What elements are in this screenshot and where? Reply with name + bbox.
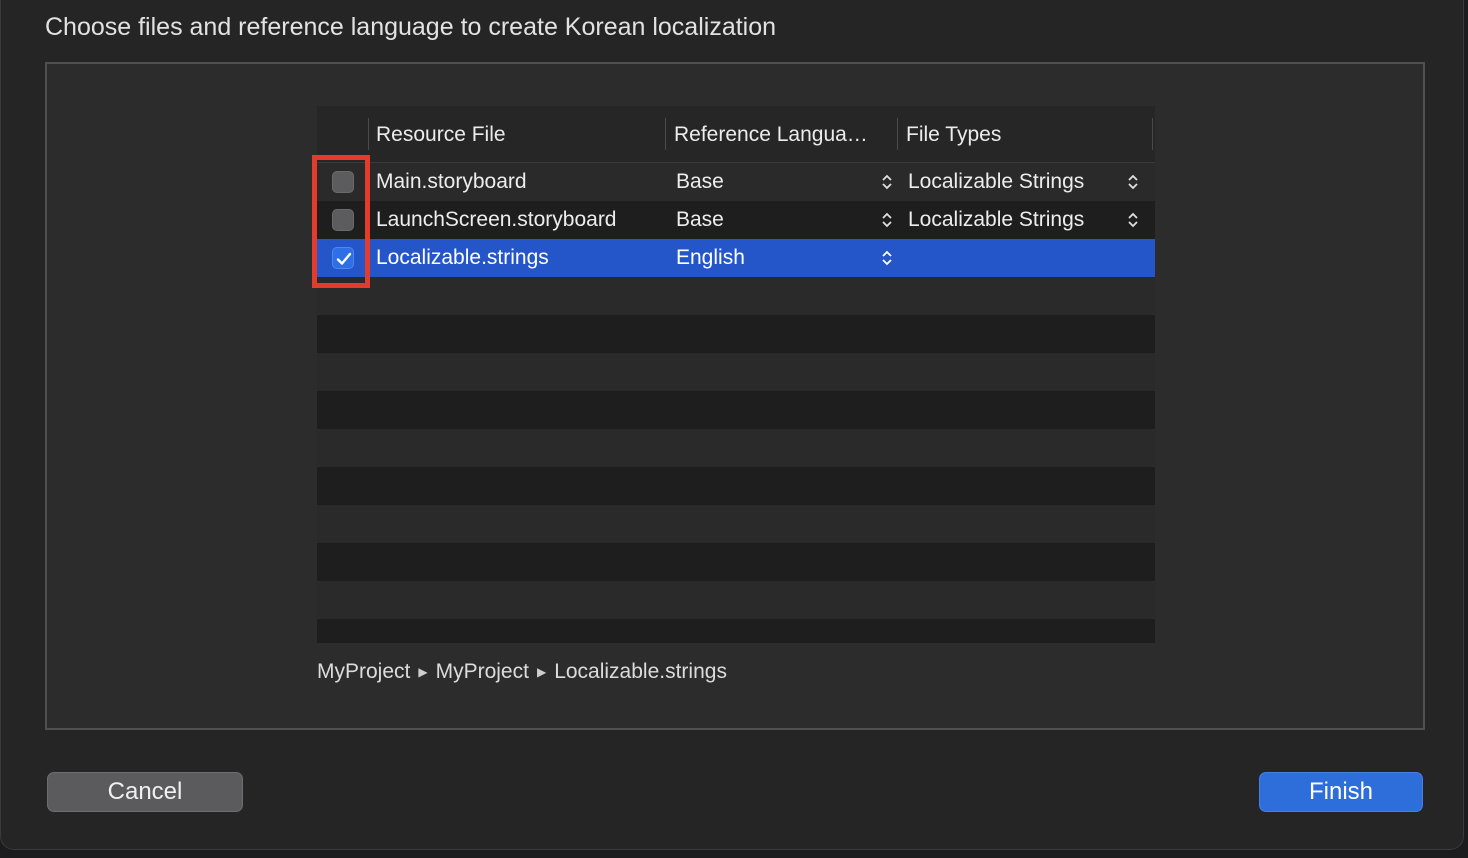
column-header-file-types[interactable]: File Types xyxy=(906,120,1001,150)
empty-row xyxy=(317,429,1155,467)
empty-row xyxy=(317,543,1155,581)
table-header: Resource File Reference Langua… File Typ… xyxy=(317,106,1155,163)
up-down-chevron-icon[interactable] xyxy=(881,211,893,229)
up-down-chevron-icon[interactable] xyxy=(1127,211,1139,229)
path-item[interactable]: Localizable.strings xyxy=(554,660,727,683)
table-row[interactable]: Main.storyboard Base Localizable Strings xyxy=(317,163,1155,201)
files-table: Resource File Reference Langua… File Typ… xyxy=(317,106,1155,643)
empty-row xyxy=(317,505,1155,543)
reference-language-popup[interactable]: Base xyxy=(676,201,724,239)
empty-row xyxy=(317,391,1155,429)
empty-row xyxy=(317,315,1155,353)
column-separator xyxy=(1152,118,1153,150)
column-header-reference-language[interactable]: Reference Langua… xyxy=(674,120,868,150)
up-down-chevron-icon[interactable] xyxy=(881,249,893,267)
empty-row xyxy=(317,353,1155,391)
dialog-title: Choose files and reference language to c… xyxy=(45,13,777,41)
cancel-button[interactable]: Cancel xyxy=(47,772,243,812)
column-separator xyxy=(368,118,369,150)
table-row-selected[interactable]: Localizable.strings English xyxy=(317,239,1155,277)
triangle-right-icon: ▶ xyxy=(418,665,428,679)
resource-file-cell: Main.storyboard xyxy=(376,170,527,193)
empty-row xyxy=(317,581,1155,619)
finish-button[interactable]: Finish xyxy=(1259,772,1423,812)
table-row[interactable]: LaunchScreen.storyboard Base Localizable… xyxy=(317,201,1155,239)
file-type-popup[interactable]: Localizable Strings xyxy=(908,201,1084,239)
up-down-chevron-icon[interactable] xyxy=(1127,173,1139,191)
annotation-highlight-box xyxy=(312,155,370,288)
path-bar: MyProject ▶ MyProject ▶ Localizable.strings xyxy=(317,660,727,684)
column-header-resource-file[interactable]: Resource File xyxy=(376,120,506,150)
column-separator xyxy=(897,118,898,150)
reference-language-popup[interactable]: English xyxy=(676,239,745,277)
empty-row xyxy=(317,467,1155,505)
resource-file-cell: Localizable.strings xyxy=(376,246,549,269)
column-separator xyxy=(665,118,666,150)
content-panel: Resource File Reference Langua… File Typ… xyxy=(45,62,1425,730)
path-item[interactable]: MyProject xyxy=(317,660,410,683)
resource-file-cell: LaunchScreen.storyboard xyxy=(376,208,617,231)
triangle-right-icon: ▶ xyxy=(536,665,547,679)
file-type-popup[interactable]: Localizable Strings xyxy=(908,163,1084,201)
path-item[interactable]: MyProject xyxy=(436,660,529,683)
localization-dialog: Choose files and reference language to c… xyxy=(0,0,1464,850)
empty-row xyxy=(317,619,1155,643)
empty-row xyxy=(317,277,1155,315)
reference-language-popup[interactable]: Base xyxy=(676,163,724,201)
up-down-chevron-icon[interactable] xyxy=(881,173,893,191)
